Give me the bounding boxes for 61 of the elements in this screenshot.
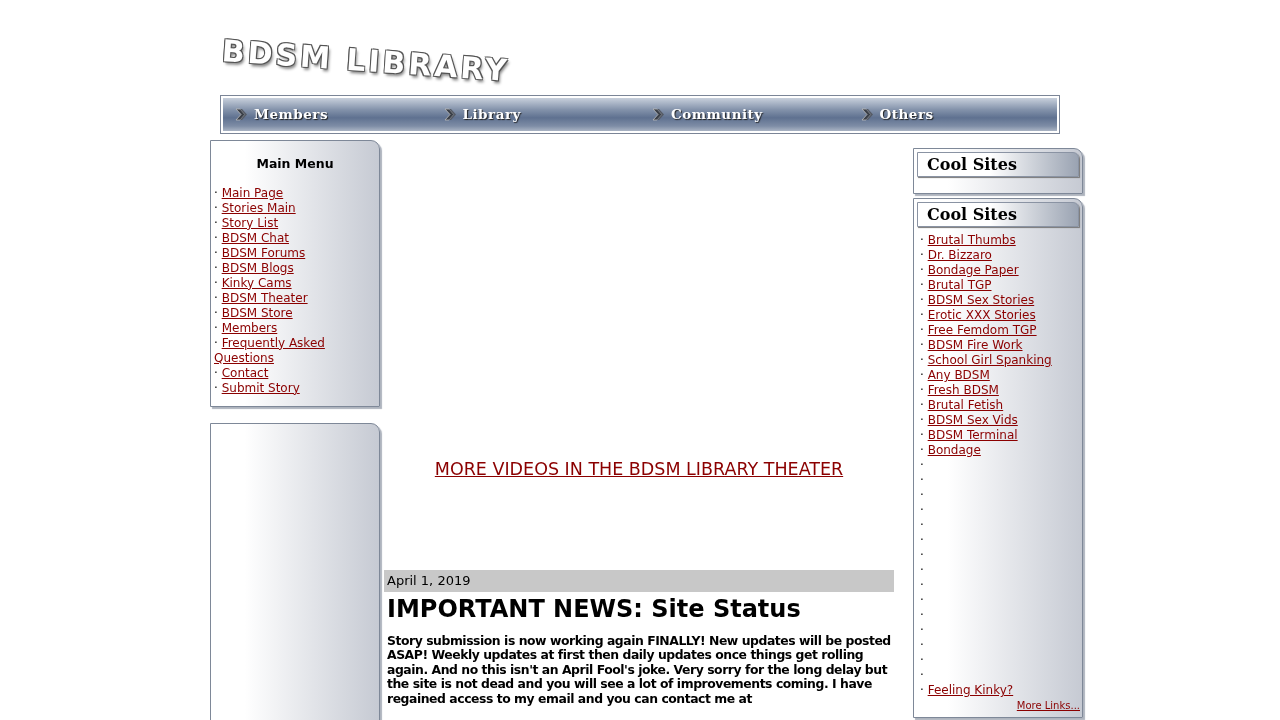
news-paragraph: Story submission is now working again FINALLY! New updates will be posted ASAP! Weekly updates at first then daily updates once things get rolling again. And no this isn't an April Fool's joke. Very sorry for the long delay but the site is not dead and you will see a lot of improvements coming. I have regained access to my email and you can contact me at	[387, 633, 891, 707]
menu-link[interactable]: · Stories Main	[211, 200, 379, 216]
bullet: ·	[920, 458, 924, 472]
bullet: ·	[920, 563, 924, 577]
theater-link[interactable]: MORE VIDEOS IN THE BDSM LIBRARY THEATER	[384, 456, 894, 483]
menu-link[interactable]: · BDSM Theater	[211, 290, 379, 306]
nav-link[interactable]: Community	[671, 104, 763, 125]
bullet: ·	[920, 608, 924, 622]
news-title: IMPORTANT NEWS: Site Status	[387, 593, 802, 624]
menu-link[interactable]: · BDSM Fire Work	[917, 338, 1082, 353]
chevron-icon	[235, 108, 248, 121]
nav-link[interactable]: Members	[254, 104, 329, 125]
bullet: ·	[920, 578, 924, 592]
bullet: ·	[920, 548, 924, 562]
menu-link[interactable]: · Dr. Bizzaro	[917, 248, 1082, 263]
menu-link[interactable]: · Contact	[211, 365, 379, 381]
menu-link[interactable]: · Kinky Cams	[211, 275, 379, 291]
menu-link[interactable]: · School Girl Spanking	[917, 353, 1082, 368]
menu-link[interactable]: · Free Femdom TGP	[917, 323, 1082, 338]
menu-link[interactable]: · Any BDSM	[917, 368, 1082, 383]
menu-link[interactable]: · Bondage Paper	[917, 263, 1082, 278]
panel-title: Cool Sites	[927, 155, 1017, 174]
news-date: April 1, 2019	[384, 570, 894, 592]
nav-link[interactable]: Library	[462, 104, 521, 125]
menu-link[interactable]: · BDSM Sex Vids	[917, 413, 1082, 428]
bullet: ·	[920, 623, 924, 637]
bullet: ·	[920, 488, 924, 502]
menu-link[interactable]: · Brutal Fetish	[917, 398, 1082, 413]
chevron-icon	[860, 108, 874, 121]
panel-title: Main Menu	[255, 155, 335, 173]
menu-link[interactable]: · Submit Story	[211, 380, 379, 396]
bullet: ·	[920, 473, 924, 487]
nav-link[interactable]: Others	[879, 104, 934, 125]
menu-link[interactable]: · Story List	[211, 215, 379, 231]
menu-link[interactable]: · Members	[211, 320, 379, 336]
menu-link[interactable]: · Frequently Asked Questions	[211, 335, 379, 366]
bullet: ·	[920, 518, 924, 532]
menu-link[interactable]: · BDSM Store	[211, 305, 379, 321]
menu-link[interactable]: · Feeling Kinky?	[917, 683, 1082, 698]
panel-title: Cool Sites	[927, 205, 1017, 224]
menu-link[interactable]: · BDSM Sex Stories	[917, 293, 1082, 308]
more-links-link[interactable]: More Links...	[917, 698, 1082, 713]
menu-link[interactable]: · BDSM Blogs	[211, 260, 379, 276]
bullet: ·	[920, 668, 924, 682]
site-logo[interactable]: BDSM LIBRARY	[220, 28, 512, 94]
menu-link[interactable]: · Bondage	[917, 443, 1082, 458]
chevron-icon	[652, 108, 665, 121]
menu-link[interactable]: · BDSM Terminal	[917, 428, 1082, 443]
menu-link[interactable]: · Brutal Thumbs	[917, 233, 1082, 248]
menu-link[interactable]: · BDSM Forums	[211, 245, 379, 261]
menu-link[interactable]: · BDSM Chat	[211, 230, 379, 246]
menu-link[interactable]: · Fresh BDSM	[917, 383, 1082, 398]
bullet: ·	[920, 533, 924, 547]
menu-link[interactable]: · Brutal TGP	[917, 278, 1082, 293]
menu-link[interactable]: · Main Page	[211, 185, 379, 201]
bullet: ·	[920, 653, 924, 667]
bullet: ·	[920, 503, 924, 517]
chevron-icon	[443, 108, 457, 121]
bullet: ·	[920, 638, 924, 652]
bullet: ·	[920, 593, 924, 607]
menu-link[interactable]: · Erotic XXX Stories	[917, 308, 1082, 323]
